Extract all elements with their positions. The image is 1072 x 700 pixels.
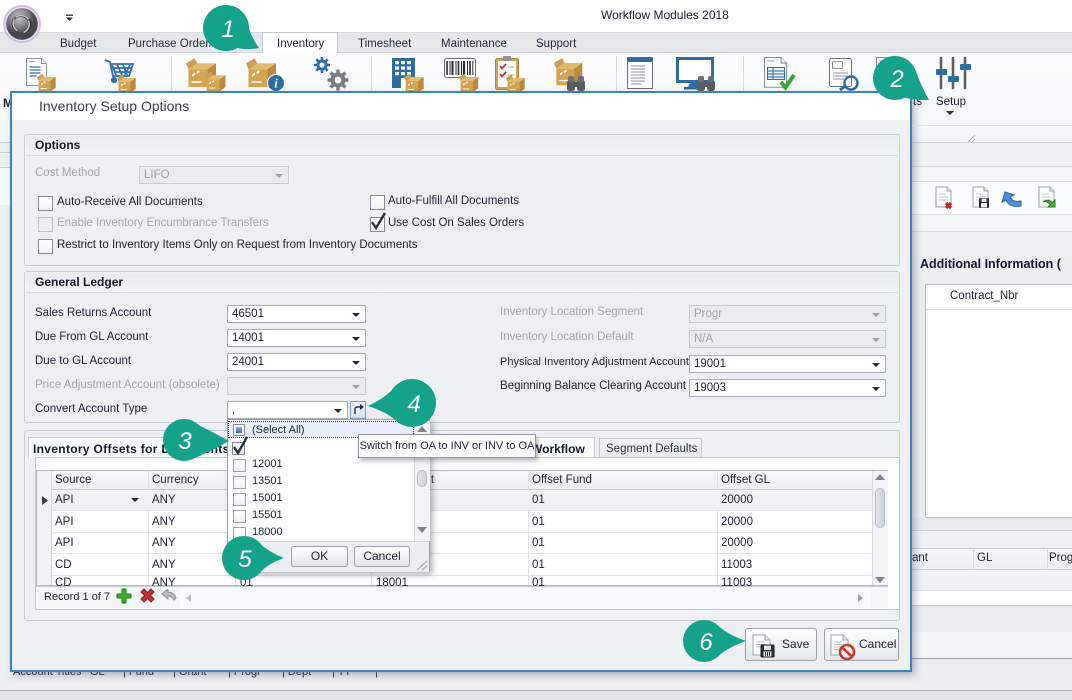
svg-text:5: 5 xyxy=(238,546,252,573)
svg-text:2: 2 xyxy=(889,66,903,93)
svg-text:4: 4 xyxy=(407,391,420,418)
svg-text:3: 3 xyxy=(178,428,192,455)
svg-text:1: 1 xyxy=(221,16,234,43)
svg-text:6: 6 xyxy=(699,629,713,656)
